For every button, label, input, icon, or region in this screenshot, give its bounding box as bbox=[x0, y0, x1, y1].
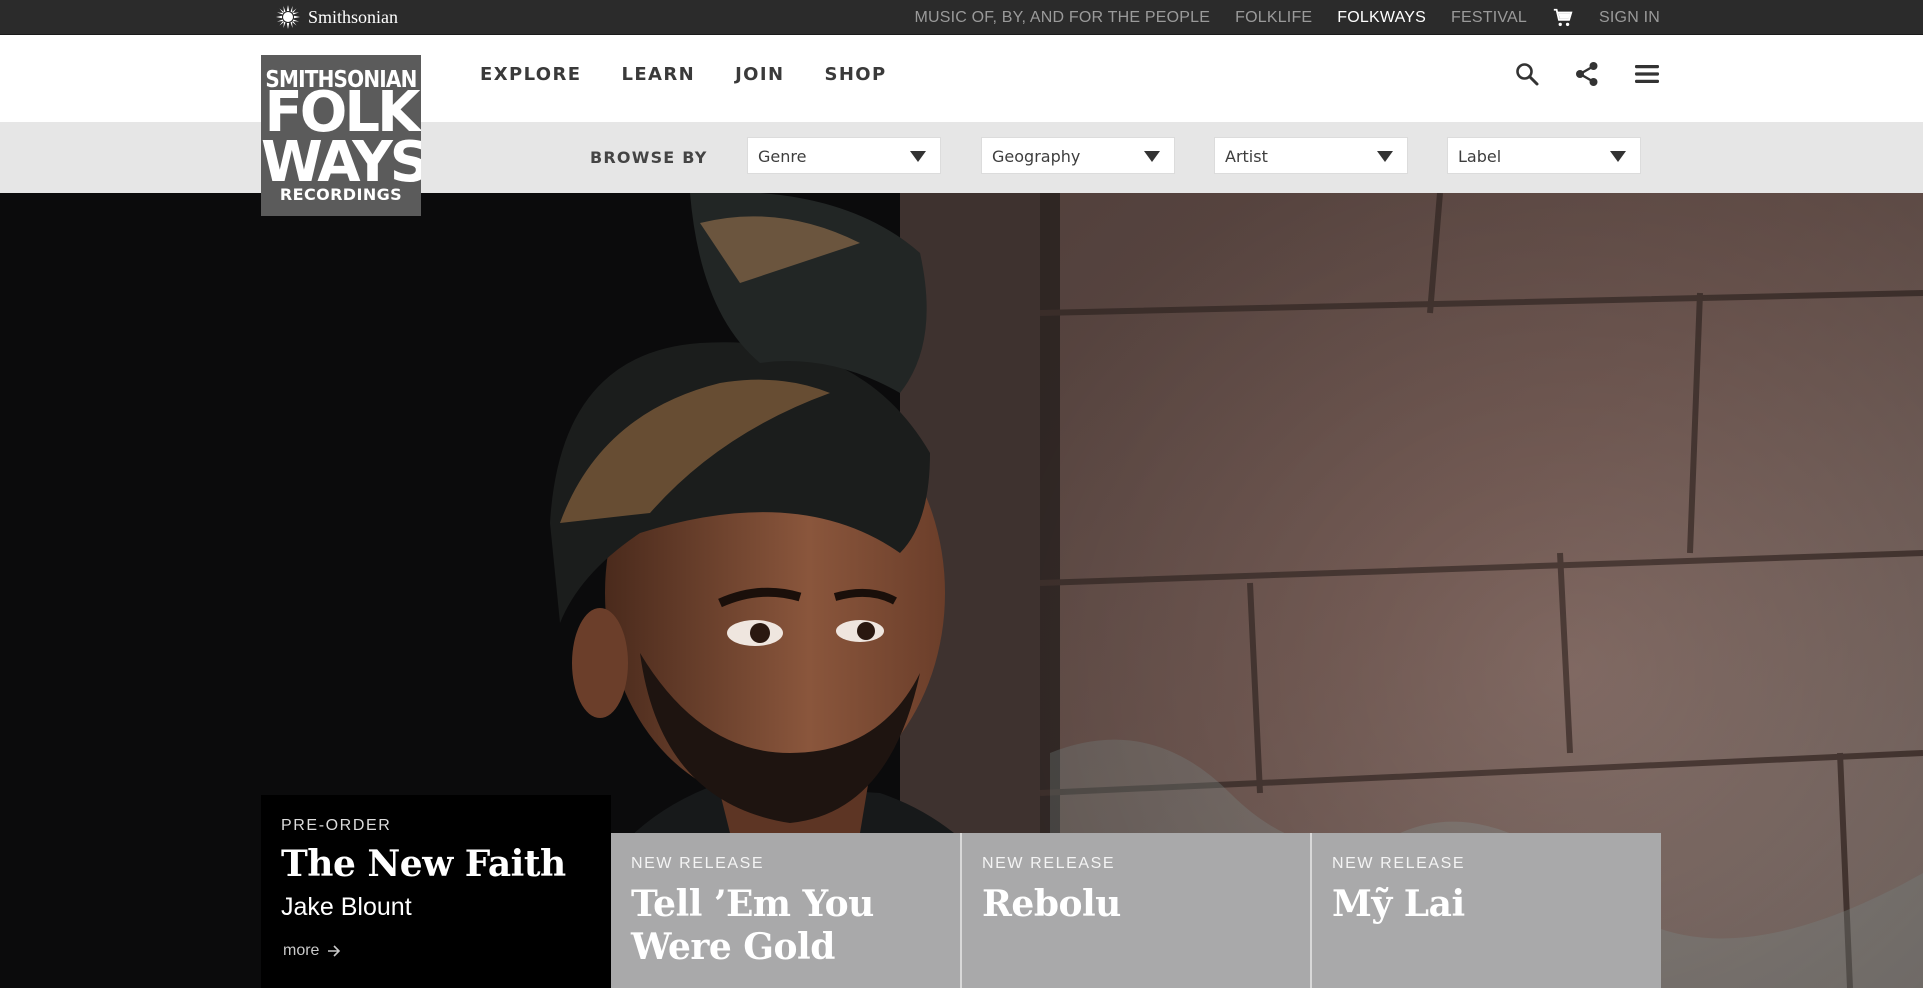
nav-explore[interactable]: EXPLORE bbox=[480, 64, 581, 85]
chevron-down-icon bbox=[910, 151, 926, 162]
util-link-festival[interactable]: FESTIVAL bbox=[1451, 9, 1527, 27]
util-link-folklife[interactable]: FOLKLIFE bbox=[1235, 9, 1312, 27]
chevron-down-icon bbox=[1144, 151, 1160, 162]
search-icon[interactable] bbox=[1513, 60, 1541, 88]
folkways-logo[interactable]: SMITHSONIAN FOLK WAYS RECORDINGS bbox=[261, 55, 421, 216]
featured-release-card[interactable]: PRE-ORDER The New Faith Jake Blount more bbox=[261, 795, 611, 988]
featured-artist[interactable]: Jake Blount bbox=[281, 893, 591, 922]
release-kicker: NEW RELEASE bbox=[982, 855, 1116, 872]
release-card-3[interactable]: NEW RELEASE Mỹ Lai bbox=[1312, 833, 1661, 988]
chevron-down-icon bbox=[1610, 151, 1626, 162]
label-dropdown-label: Label bbox=[1458, 147, 1502, 166]
util-link-music[interactable]: MUSIC OF, BY, AND FOR THE PEOPLE bbox=[914, 9, 1210, 27]
arrow-right-icon bbox=[328, 945, 341, 957]
sign-in-link[interactable]: SIGN IN bbox=[1599, 9, 1660, 27]
release-kicker: NEW RELEASE bbox=[1332, 855, 1466, 872]
share-icon[interactable] bbox=[1573, 60, 1601, 88]
utility-links: MUSIC OF, BY, AND FOR THE PEOPLE FOLKLIF… bbox=[914, 0, 1660, 35]
release-title: Mỹ Lai bbox=[1332, 883, 1465, 925]
menu-icon[interactable] bbox=[1633, 60, 1661, 88]
genre-dropdown-label: Genre bbox=[758, 147, 807, 166]
logo-line-ways: WAYS bbox=[261, 130, 421, 195]
genre-dropdown[interactable]: Genre bbox=[747, 137, 941, 174]
smithsonian-wordmark: Smithsonian bbox=[308, 6, 399, 27]
release-title: Rebolu bbox=[982, 883, 1121, 925]
geography-dropdown-label: Geography bbox=[992, 147, 1081, 166]
utility-bar: Smithsonian MUSIC OF, BY, AND FOR THE PE… bbox=[0, 0, 1923, 35]
more-link[interactable]: more bbox=[283, 942, 341, 960]
release-card-2[interactable]: NEW RELEASE Rebolu bbox=[962, 833, 1310, 988]
smithsonian-logo[interactable]: Smithsonian bbox=[276, 5, 398, 29]
sunburst-icon bbox=[276, 5, 300, 29]
artist-dropdown[interactable]: Artist bbox=[1214, 137, 1408, 174]
release-kicker: NEW RELEASE bbox=[631, 855, 765, 872]
geography-dropdown[interactable]: Geography bbox=[981, 137, 1175, 174]
logo-line-recordings: RECORDINGS bbox=[279, 185, 403, 204]
release-title: Tell ’Em You Were Gold bbox=[631, 883, 874, 968]
nav-shop[interactable]: SHOP bbox=[824, 64, 886, 85]
label-dropdown[interactable]: Label bbox=[1447, 137, 1641, 174]
nav-learn[interactable]: LEARN bbox=[621, 64, 695, 85]
more-link-label: more bbox=[283, 942, 320, 959]
cart-icon[interactable] bbox=[1552, 7, 1574, 29]
chevron-down-icon bbox=[1377, 151, 1393, 162]
nav-join[interactable]: JOIN bbox=[735, 64, 784, 85]
featured-kicker: PRE-ORDER bbox=[281, 817, 392, 834]
browse-by-label: BROWSE BY bbox=[590, 148, 708, 167]
nav-icons bbox=[1513, 60, 1661, 88]
util-link-folkways[interactable]: FOLKWAYS bbox=[1337, 9, 1426, 27]
artist-dropdown-label: Artist bbox=[1225, 147, 1268, 166]
primary-nav-links: EXPLORE LEARN JOIN SHOP bbox=[480, 35, 887, 114]
release-card-1[interactable]: NEW RELEASE Tell ’Em You Were Gold bbox=[611, 833, 960, 988]
featured-title[interactable]: The New Faith bbox=[281, 843, 591, 885]
